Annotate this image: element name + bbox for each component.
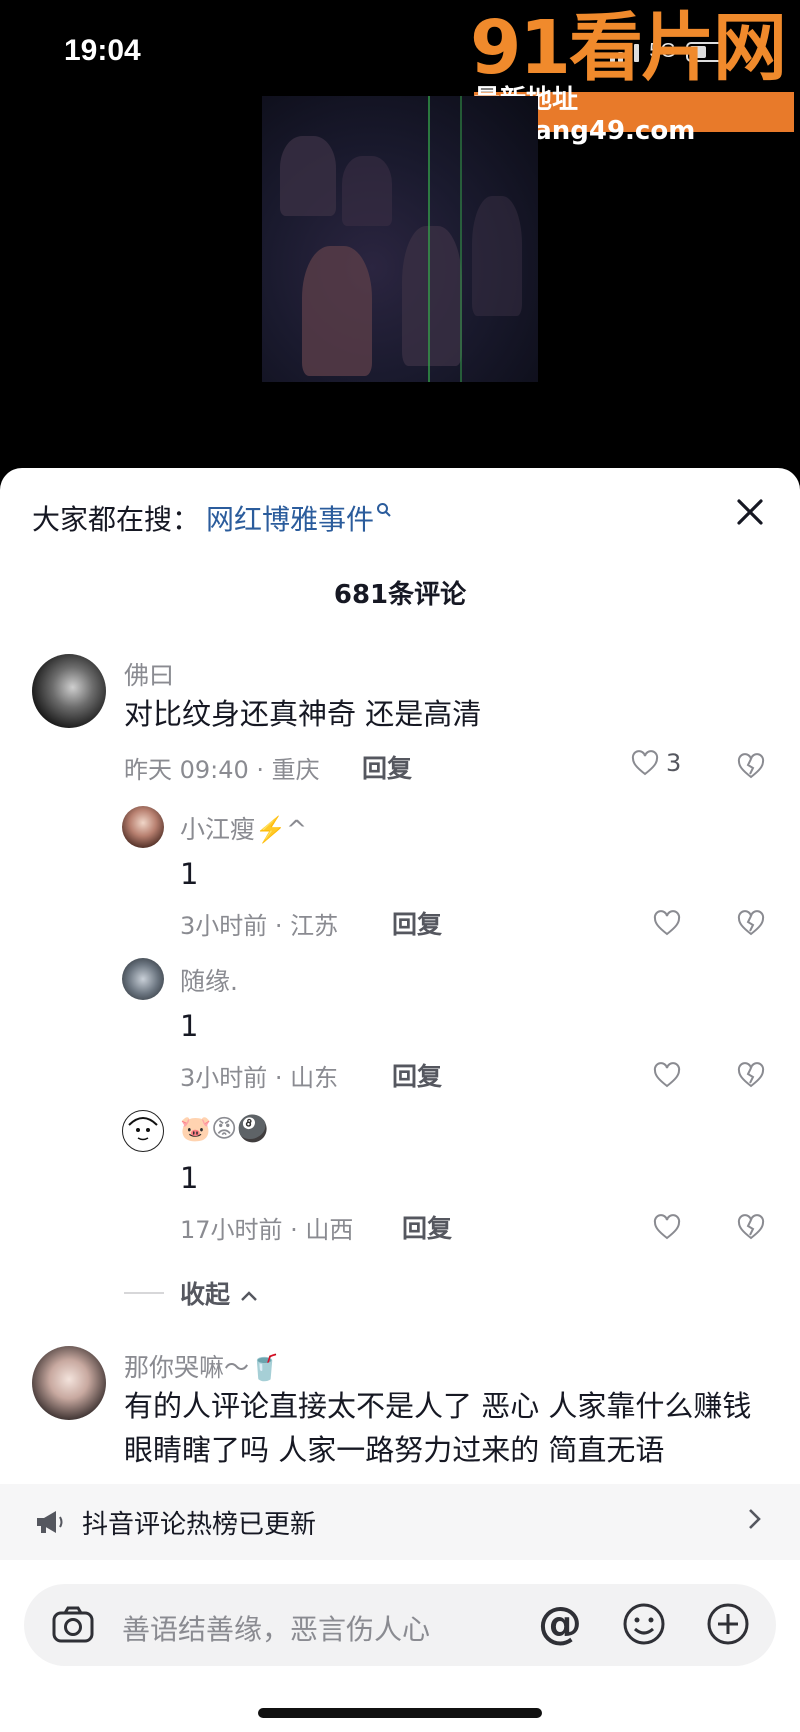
- reply-button[interactable]: 回复: [392, 905, 442, 941]
- broken-heart-icon[interactable]: [736, 1060, 766, 1090]
- heart-icon: [631, 750, 659, 776]
- comment-text[interactable]: 1: [180, 852, 198, 896]
- comment-meta: 17小时前 · 山西: [180, 1216, 354, 1244]
- comment-author[interactable]: 🐷😡🎱: [180, 1114, 268, 1144]
- heart-icon[interactable]: [652, 908, 682, 938]
- avatar[interactable]: [122, 806, 164, 848]
- comment-count: 681条评论: [333, 580, 467, 610]
- comment-text[interactable]: 1: [180, 1156, 198, 1200]
- camera-icon[interactable]: [50, 1602, 96, 1648]
- reply-button[interactable]: 回复: [362, 749, 412, 785]
- avatar[interactable]: [32, 1346, 106, 1420]
- comment-meta: 3小时前 · 江苏: [180, 912, 339, 940]
- broken-heart-icon[interactable]: [736, 1212, 766, 1242]
- comment-meta: 昨天 09:40 · 重庆: [124, 756, 320, 784]
- comment-author[interactable]: 那你哭嘛～🥤: [124, 1348, 280, 1384]
- status-time: 19:04: [64, 34, 141, 67]
- avatar[interactable]: [122, 1110, 164, 1152]
- comment-text[interactable]: 有的人评论直接太不是人了 恶心 人家靠什么赚钱 眼睛瞎了吗 人家一路努力过来的 …: [124, 1384, 764, 1472]
- heart-icon[interactable]: [652, 1212, 682, 1242]
- search-suggestion[interactable]: 大家都在搜： 网红博雅事件: [32, 498, 392, 538]
- comment-input-bar[interactable]: 善语结善缘，恶言伤人心 @: [24, 1584, 776, 1666]
- home-indicator[interactable]: [258, 1708, 542, 1718]
- emoji-icon[interactable]: [620, 1600, 668, 1648]
- chevron-up-icon: [240, 1291, 257, 1301]
- comment-sheet: 大家都在搜： 网红博雅事件 681条评论 佛曰 对比纹身还真神奇 还是高清 昨天…: [0, 468, 800, 1732]
- comment-text[interactable]: 对比纹身还真神奇 还是高清: [124, 692, 724, 736]
- reply-button[interactable]: 回复: [392, 1057, 442, 1093]
- collapse-button[interactable]: 收起: [180, 1275, 259, 1311]
- heart-icon[interactable]: [652, 1060, 682, 1090]
- search-term-link[interactable]: 网红博雅事件: [206, 498, 374, 538]
- comment-meta: 3小时前 · 山东: [180, 1064, 339, 1092]
- sketch-face-icon: [128, 1117, 158, 1141]
- like-count: 3: [666, 749, 682, 777]
- megaphone-icon: [37, 1511, 63, 1533]
- plus-icon[interactable]: [704, 1600, 752, 1648]
- comment-author[interactable]: 随缘.: [180, 962, 238, 998]
- comment-input-placeholder[interactable]: 善语结善缘，恶言伤人心: [122, 1608, 430, 1648]
- like-button[interactable]: 3: [630, 748, 681, 778]
- broken-heart-icon[interactable]: [736, 908, 766, 938]
- chevron-right-icon: [746, 1504, 764, 1542]
- comment-text[interactable]: 1: [180, 1004, 198, 1048]
- reply-button[interactable]: 回复: [402, 1209, 452, 1245]
- mention-button[interactable]: @: [538, 1598, 582, 1650]
- broken-heart-icon[interactable]: [736, 751, 766, 781]
- hot-list-banner[interactable]: 抖音评论热榜已更新: [0, 1484, 800, 1560]
- hot-list-label: 抖音评论热榜已更新: [82, 1509, 317, 1540]
- close-icon[interactable]: [728, 492, 772, 536]
- search-prefix: 大家都在搜：: [32, 503, 201, 536]
- avatar[interactable]: [32, 654, 106, 728]
- avatar[interactable]: [122, 958, 164, 1000]
- comment-author[interactable]: 佛曰: [124, 656, 174, 692]
- video-player[interactable]: [262, 96, 538, 382]
- search-icon: [377, 503, 391, 517]
- comment-author[interactable]: 小江瘦⚡️^: [180, 810, 307, 846]
- collapse-divider: [124, 1292, 164, 1294]
- collapse-label: 收起: [180, 1280, 231, 1309]
